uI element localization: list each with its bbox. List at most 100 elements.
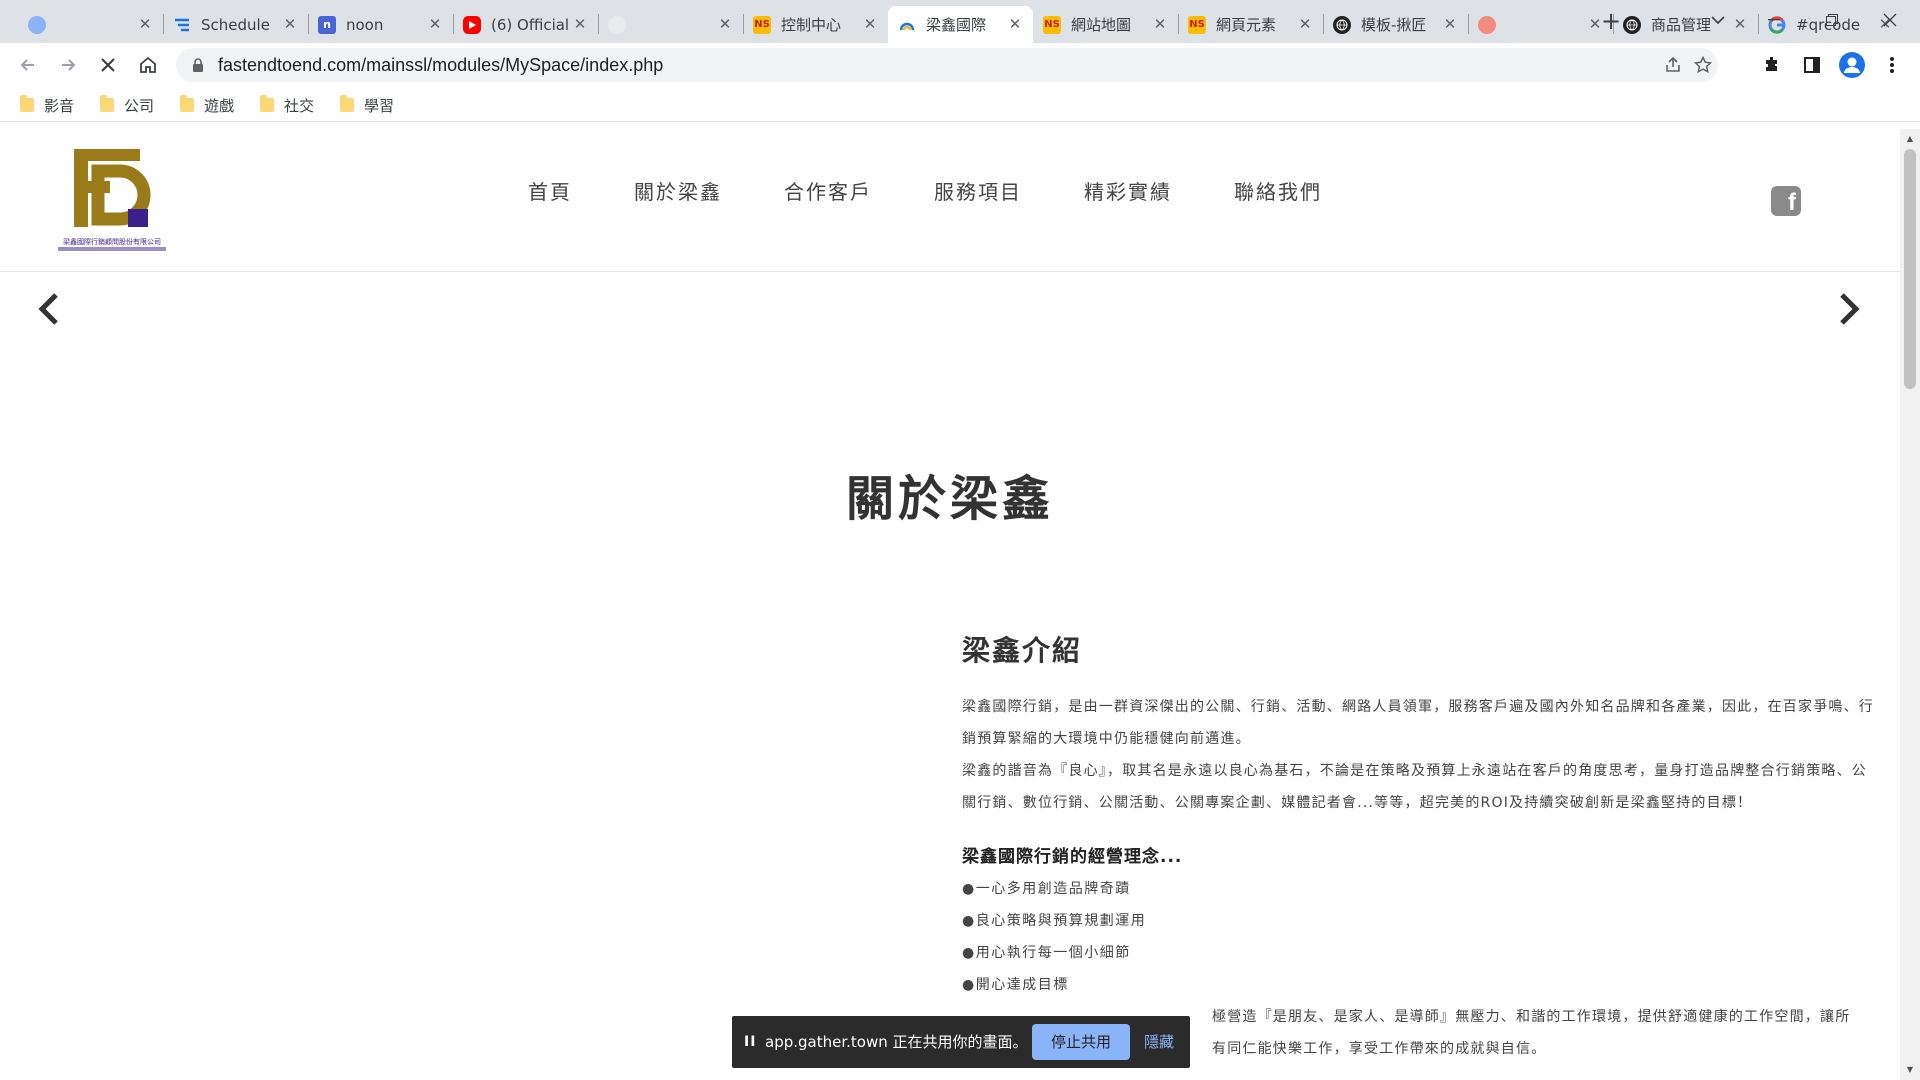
drag-handle-icon[interactable]: II (744, 1034, 756, 1050)
bookmark-folder[interactable]: 影音 (20, 93, 74, 117)
slider-prev-arrow-icon[interactable] (34, 289, 64, 329)
web-page: 梁鑫國際行銷顧問股份有限公司 首頁 關於梁鑫 合作客戶 服務項目 精彩實績 聯絡… (0, 129, 1900, 1080)
site-icon (898, 16, 916, 34)
philosophy-item: ●一心多用創造品牌奇蹟 (962, 881, 1131, 897)
browser-tab[interactable]: NS 控制中心 ✕ (743, 6, 888, 43)
tab-close-icon[interactable]: ✕ (716, 15, 734, 33)
bookmark-folder[interactable]: 社交 (260, 93, 314, 117)
share-icon[interactable] (1664, 56, 1682, 74)
tab-close-icon[interactable]: ✕ (426, 15, 444, 33)
page-scrollbar[interactable]: ▲ ▼ (1900, 129, 1920, 1080)
bookmark-label[interactable]: 遊戲 (204, 95, 234, 116)
browser-tab[interactable]: Schedule ✕ (163, 6, 308, 43)
nav-portfolio[interactable]: 精彩實績 (1084, 176, 1172, 205)
tab-close-icon[interactable]: ✕ (861, 15, 879, 33)
folder-icon (180, 95, 194, 112)
tab-strip: ✕ Schedule ✕ n noon ✕ (6) Official ✕ ✕ NS 控制中心 ✕ 梁鑫國… (0, 0, 1920, 43)
browser-tab[interactable]: ✕ (598, 6, 743, 43)
scroll-up-arrow-icon[interactable]: ▲ (1900, 131, 1920, 147)
home-icon[interactable] (132, 49, 164, 81)
stop-loading-icon[interactable] (92, 49, 124, 81)
folder-icon (340, 95, 354, 112)
philosophy-title: 梁鑫國際行銷的經營理念... (962, 847, 1183, 867)
browser-tab[interactable]: 梁鑫國際 ✕ (888, 6, 1033, 43)
nav-home[interactable]: 首頁 (528, 176, 572, 205)
page-title: 關於梁鑫 (845, 471, 1054, 527)
folder-icon (260, 95, 274, 112)
tab-close-icon[interactable]: ✕ (136, 15, 154, 33)
close-window-icon[interactable] (1862, 0, 1918, 40)
menu-kebab-icon[interactable] (1878, 51, 1906, 79)
philosophy-item: ●開心達成目標 (962, 977, 1069, 993)
folder-icon (20, 95, 34, 112)
ns-icon: NS (1188, 15, 1206, 34)
noon-icon: n (318, 15, 336, 34)
circle-icon (28, 15, 46, 34)
stop-sharing-button[interactable]: 停止共用 (1032, 1024, 1130, 1060)
restore-icon[interactable] (1804, 0, 1860, 40)
bookmark-label[interactable]: 公司 (124, 95, 154, 116)
bookmark-star-icon[interactable] (1694, 56, 1712, 74)
scroll-down-arrow-icon[interactable]: ▼ (1900, 1062, 1920, 1078)
bookmark-label[interactable]: 影音 (44, 95, 74, 116)
paragraph-3-line: 極營造『是朋友、是家人、是導師』無壓力、和諧的工作環境，提供舒適健康的工作空間，… (1212, 1009, 1851, 1025)
philosophy-item: ●用心執行每一個小細節 (962, 945, 1131, 961)
tab-close-icon[interactable]: ✕ (1296, 15, 1314, 33)
paragraph-3-line: 有同仁能快樂工作，享受工作帶來的成就與自信。 (1212, 1041, 1547, 1057)
address-bar[interactable]: fastendtoend.com/mainssl/modules/MySpace… (176, 48, 1718, 82)
hide-button[interactable]: 隱藏 (1144, 1016, 1174, 1068)
browser-tab[interactable]: n noon ✕ (308, 6, 453, 43)
ns-icon: NS (753, 15, 771, 34)
globe-icon (1333, 15, 1351, 34)
main-navigation: 首頁 關於梁鑫 合作客戶 服務項目 精彩實績 聯絡我們 (528, 176, 1384, 205)
nav-contact[interactable]: 聯絡我們 (1234, 176, 1322, 205)
screen-share-bar: II app.gather.town 正在共用你的畫面。 停止共用 隱藏 (732, 1016, 1190, 1068)
tab-close-icon[interactable]: ✕ (281, 15, 299, 33)
philosophy-item: ●良心策略與預算規劃運用 (962, 913, 1147, 929)
bookmark-folder[interactable]: 遊戲 (180, 93, 234, 117)
side-panel-icon[interactable] (1798, 51, 1826, 79)
browser-tab[interactable]: ✕ (1468, 6, 1613, 43)
circle-icon (1478, 15, 1496, 34)
browser-tab[interactable]: (6) Official ✕ (453, 6, 598, 43)
browser-tab[interactable]: NS 網站地圖 ✕ (1033, 6, 1178, 43)
about-content: 梁鑫介紹 梁鑫國際行銷，是由一群資深傑出的公關、行銷、活動、網路人員領軍，服務客… (962, 629, 1874, 1065)
nav-about[interactable]: 關於梁鑫 (634, 176, 722, 205)
logo-caption: 梁鑫國際行銷顧問股份有限公司 (63, 237, 161, 246)
tab-close-icon[interactable]: ✕ (1441, 15, 1459, 33)
bookmark-folder[interactable]: 學習 (340, 93, 394, 117)
browser-toolbar: fastendtoend.com/mainssl/modules/MySpace… (0, 43, 1920, 87)
facebook-icon[interactable]: f (1771, 186, 1801, 216)
tab-close-icon[interactable]: ✕ (1006, 15, 1024, 33)
lock-icon[interactable] (190, 57, 206, 73)
minimize-icon[interactable] (1746, 0, 1802, 40)
forward-arrow-icon[interactable] (52, 49, 84, 81)
extensions-icon[interactable] (1758, 51, 1786, 79)
browser-tab[interactable]: ✕ (18, 6, 163, 43)
bookmark-folder[interactable]: 公司 (100, 93, 154, 117)
bookmark-label[interactable]: 社交 (284, 95, 314, 116)
new-tab-button[interactable]: + (1598, 9, 1624, 35)
intro-paragraph-1: 梁鑫國際行銷，是由一群資深傑出的公關、行銷、活動、網路人員領軍，服務客戶遍及國內… (962, 699, 1874, 747)
url-text[interactable]: fastendtoend.com/mainssl/modules/MySpace… (218, 48, 663, 82)
profile-avatar-icon[interactable] (1838, 51, 1866, 79)
back-arrow-icon[interactable] (12, 49, 44, 81)
browser-tab[interactable]: 模板-揪匠 ✕ (1323, 6, 1468, 43)
tab-search-icon[interactable] (1690, 0, 1746, 40)
circle-icon (608, 15, 626, 34)
bookmark-label[interactable]: 學習 (364, 95, 394, 116)
schedule-icon (173, 16, 191, 34)
youtube-icon (463, 15, 481, 34)
site-header: 梁鑫國際行銷顧問股份有限公司 首頁 關於梁鑫 合作客戶 服務項目 精彩實績 聯絡… (0, 129, 1900, 272)
tab-close-icon[interactable]: ✕ (1151, 15, 1169, 33)
intro-paragraph-2: 梁鑫的諧音為『良心』，取其名是永遠以良心為基石，不論是在策略及預算上永遠站在客戶… (962, 763, 1867, 811)
browser-tab[interactable]: NS 網頁元素 ✕ (1178, 6, 1323, 43)
globe-icon (1623, 15, 1641, 34)
nav-clients[interactable]: 合作客戶 (784, 176, 872, 205)
company-logo[interactable]: 梁鑫國際行銷顧問股份有限公司 (58, 149, 166, 255)
share-message: app.gather.town 正在共用你的畫面。 (765, 1033, 1028, 1051)
tab-close-icon[interactable]: ✕ (571, 15, 589, 33)
slider-next-arrow-icon[interactable] (1834, 289, 1864, 329)
nav-services[interactable]: 服務項目 (934, 176, 1022, 205)
scrollbar-thumb[interactable] (1904, 149, 1916, 389)
